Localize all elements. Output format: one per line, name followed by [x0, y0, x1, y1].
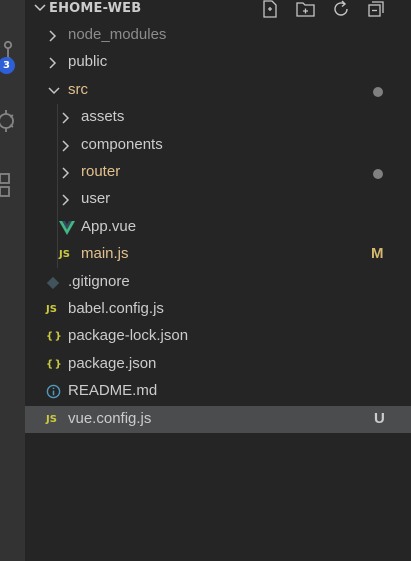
tree-item-label: package-lock.json: [68, 327, 189, 345]
extensions-icon[interactable]: [0, 170, 16, 200]
tree-item-readme-md[interactable]: README.md: [25, 378, 411, 405]
js-file-icon: JS: [59, 249, 70, 261]
json-file-icon: { }: [46, 331, 62, 343]
tree-item-label: vue.config.js: [68, 409, 152, 427]
new-folder-icon[interactable]: [295, 0, 317, 18]
tree-item-app-vue[interactable]: App.vue: [25, 214, 411, 241]
modified-indicator-dot: [373, 86, 383, 97]
tree-item-label: router: [81, 163, 121, 180]
debug-icon[interactable]: [0, 106, 16, 136]
chevron-right-icon[interactable]: [60, 139, 70, 153]
tree-item-label: components: [81, 135, 163, 153]
js-file-icon: JS: [46, 304, 57, 315]
chevron-right-icon[interactable]: [47, 29, 57, 43]
explorer-title: EHOME-WEB: [49, 1, 142, 16]
tree-item-components[interactable]: components: [25, 132, 411, 159]
tree-item-package-lock-json[interactable]: { } package-lock.json: [25, 323, 411, 350]
tree-item-vue-config-js[interactable]: JS vue.config.js U: [25, 405, 411, 433]
tree-item-label: README.md: [68, 382, 158, 400]
chevron-down-icon[interactable]: [33, 2, 47, 14]
js-file-icon: JS: [46, 413, 57, 425]
tree-item-node-modules[interactable]: node_modules: [25, 22, 411, 49]
tree-item-label: .gitignore: [68, 272, 130, 290]
refresh-icon[interactable]: [331, 0, 353, 18]
chevron-right-icon[interactable]: [60, 111, 70, 125]
vue-file-icon: [59, 219, 75, 236]
scm-badge: 3: [0, 57, 15, 74]
tree-item-label: package.json: [68, 354, 157, 372]
git-status-badge: M: [371, 245, 384, 263]
explorer-actions: [259, 0, 399, 18]
tree-item-babel-config-js[interactable]: JS babel.config.js: [25, 296, 411, 323]
tree-item-gitignore[interactable]: .gitignore: [25, 269, 411, 296]
tree-item-label: node_modules: [68, 26, 167, 43]
chevron-down-icon[interactable]: [47, 84, 61, 98]
activity-bar: 3: [0, 0, 25, 561]
tree-item-label: App.vue: [81, 217, 137, 235]
tree-item-assets[interactable]: assets: [25, 104, 411, 131]
info-icon: [46, 383, 62, 400]
tree-item-label: user: [81, 190, 111, 208]
tree-item-label: assets: [81, 108, 125, 126]
explorer-header[interactable]: EHOME-WEB: [25, 0, 411, 18]
tree-item-src[interactable]: src: [25, 77, 411, 104]
explorer-panel: EHOME-WEB node_modules public src assets…: [25, 0, 411, 561]
git-icon: [46, 274, 62, 291]
tree-item-package-json[interactable]: { } package.json: [25, 351, 411, 378]
chevron-right-icon[interactable]: [60, 193, 70, 207]
chevron-right-icon[interactable]: [60, 166, 70, 180]
tree-item-main-js[interactable]: JS main.js M: [25, 241, 411, 268]
tree-item-label: public: [68, 53, 108, 71]
tree-item-user[interactable]: user: [25, 186, 411, 213]
new-file-icon[interactable]: [259, 0, 281, 18]
tree-item-router[interactable]: router: [25, 159, 411, 186]
json-file-icon: { }: [46, 358, 62, 370]
tree-item-label: main.js: [81, 245, 129, 263]
tree-item-public[interactable]: public: [25, 49, 411, 76]
vscode-window: 3 EHOME-WEB node_modules public src asse…: [0, 0, 411, 561]
tree-item-label: src: [68, 80, 88, 98]
tree-item-label: babel.config.js: [68, 300, 164, 317]
chevron-right-icon[interactable]: [47, 56, 57, 70]
modified-indicator-dot: [373, 169, 383, 179]
collapse-all-icon[interactable]: [365, 0, 387, 18]
git-status-badge: U: [374, 409, 385, 427]
